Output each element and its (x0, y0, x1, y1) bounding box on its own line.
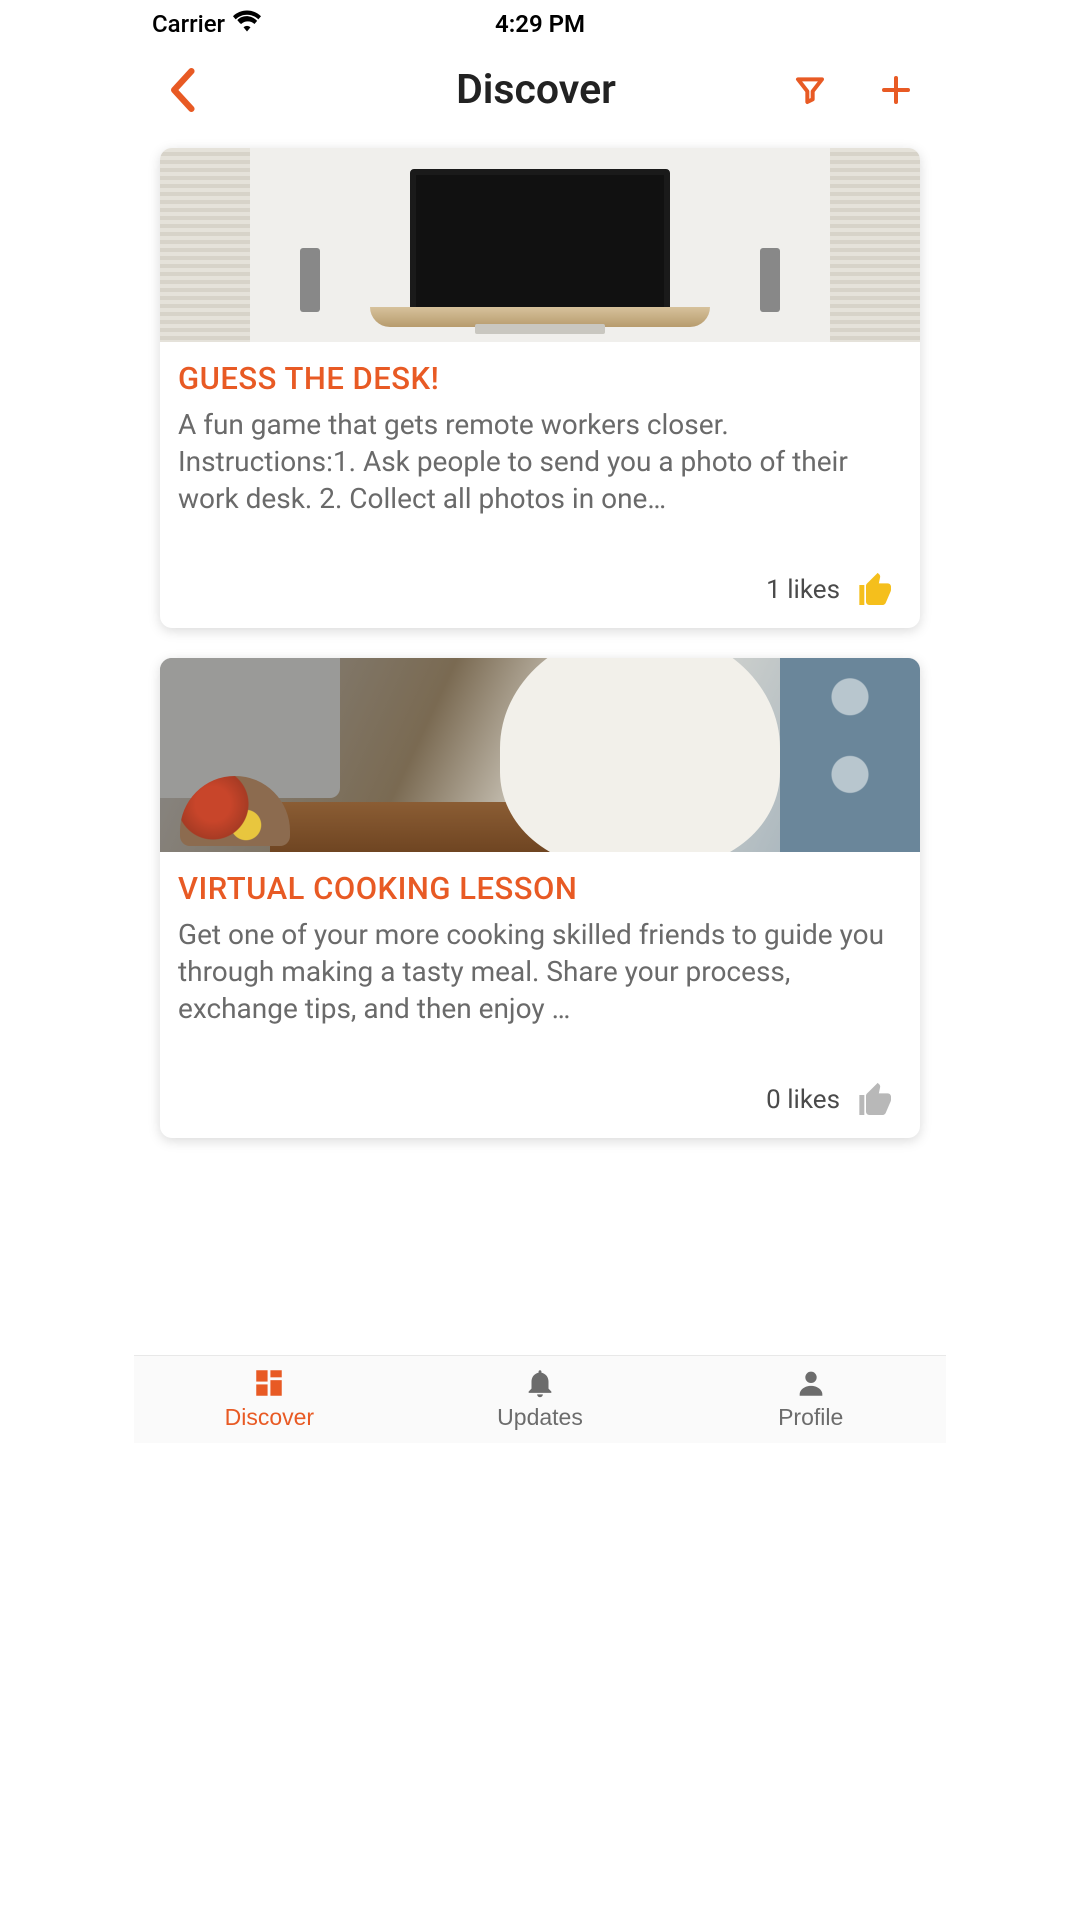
clock-time: 4:29 PM (495, 10, 585, 38)
activity-card[interactable]: VIRTUAL COOKING LESSON Get one of your m… (160, 658, 920, 1138)
carrier-label: Carrier (152, 10, 225, 38)
back-button[interactable] (168, 68, 196, 112)
person-icon (794, 1366, 828, 1400)
tab-label: Discover (225, 1404, 314, 1431)
card-description: Get one of your more cooking skilled fri… (178, 917, 902, 1028)
like-button[interactable] (856, 1080, 896, 1120)
tab-label: Profile (778, 1404, 843, 1431)
likes-count: 1 likes (766, 575, 840, 605)
thumbs-up-icon (856, 1080, 896, 1120)
bell-icon (523, 1366, 557, 1400)
grid-icon (252, 1366, 286, 1400)
card-title: GUESS THE DESK! (178, 360, 902, 397)
plus-icon (880, 74, 912, 106)
filter-icon (794, 74, 826, 106)
tab-profile[interactable]: Profile (675, 1366, 946, 1431)
status-bar: Carrier 4:29 PM (134, 0, 946, 44)
card-image (160, 148, 920, 342)
nav-bar: Discover (134, 44, 946, 136)
likes-count: 0 likes (766, 1085, 840, 1115)
card-description: A fun game that gets remote workers clos… (178, 407, 902, 518)
card-list[interactable]: GUESS THE DESK! A fun game that gets rem… (134, 136, 946, 1355)
page-title: Discover (278, 66, 794, 114)
tab-label: Updates (497, 1404, 583, 1431)
thumbs-up-icon (856, 570, 896, 610)
card-title: VIRTUAL COOKING LESSON (178, 870, 902, 907)
tab-discover[interactable]: Discover (134, 1366, 405, 1431)
add-button[interactable] (880, 74, 912, 106)
chevron-left-icon (168, 68, 196, 112)
activity-card[interactable]: GUESS THE DESK! A fun game that gets rem… (160, 148, 920, 628)
like-button[interactable] (856, 570, 896, 610)
tab-bar: Discover Updates Profile (134, 1355, 946, 1443)
card-image (160, 658, 920, 852)
tab-updates[interactable]: Updates (405, 1366, 676, 1431)
filter-button[interactable] (794, 74, 826, 106)
wifi-icon (233, 10, 261, 38)
